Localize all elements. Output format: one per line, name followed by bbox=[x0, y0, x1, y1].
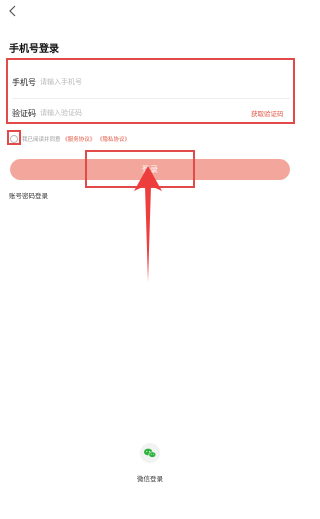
wechat-icon bbox=[144, 448, 157, 458]
agreement-text: 我已阅读并同意 《服务协议》 《隐私协议》 bbox=[22, 135, 130, 143]
agreement-checkbox[interactable] bbox=[10, 135, 18, 143]
code-label: 验证码 bbox=[12, 109, 36, 118]
code-input[interactable] bbox=[40, 108, 190, 118]
form-divider bbox=[12, 98, 290, 99]
agreement-prefix: 我已阅读并同意 bbox=[22, 137, 61, 143]
get-code-button[interactable]: 获取验证码 bbox=[251, 108, 284, 118]
wechat-login-button[interactable] bbox=[140, 443, 160, 463]
phone-input[interactable] bbox=[40, 77, 240, 87]
back-icon[interactable] bbox=[6, 4, 20, 18]
up-arrow-icon bbox=[134, 166, 162, 282]
phone-label: 手机号 bbox=[12, 78, 36, 87]
service-agreement-link[interactable]: 《服务协议》 bbox=[62, 137, 95, 143]
password-login-link[interactable]: 账号密码登录 bbox=[9, 190, 48, 200]
wechat-login-label: 微信登录 bbox=[137, 475, 163, 483]
page-title: 手机号登录 bbox=[9, 44, 59, 55]
privacy-agreement-link[interactable]: 《隐私协议》 bbox=[97, 137, 130, 143]
